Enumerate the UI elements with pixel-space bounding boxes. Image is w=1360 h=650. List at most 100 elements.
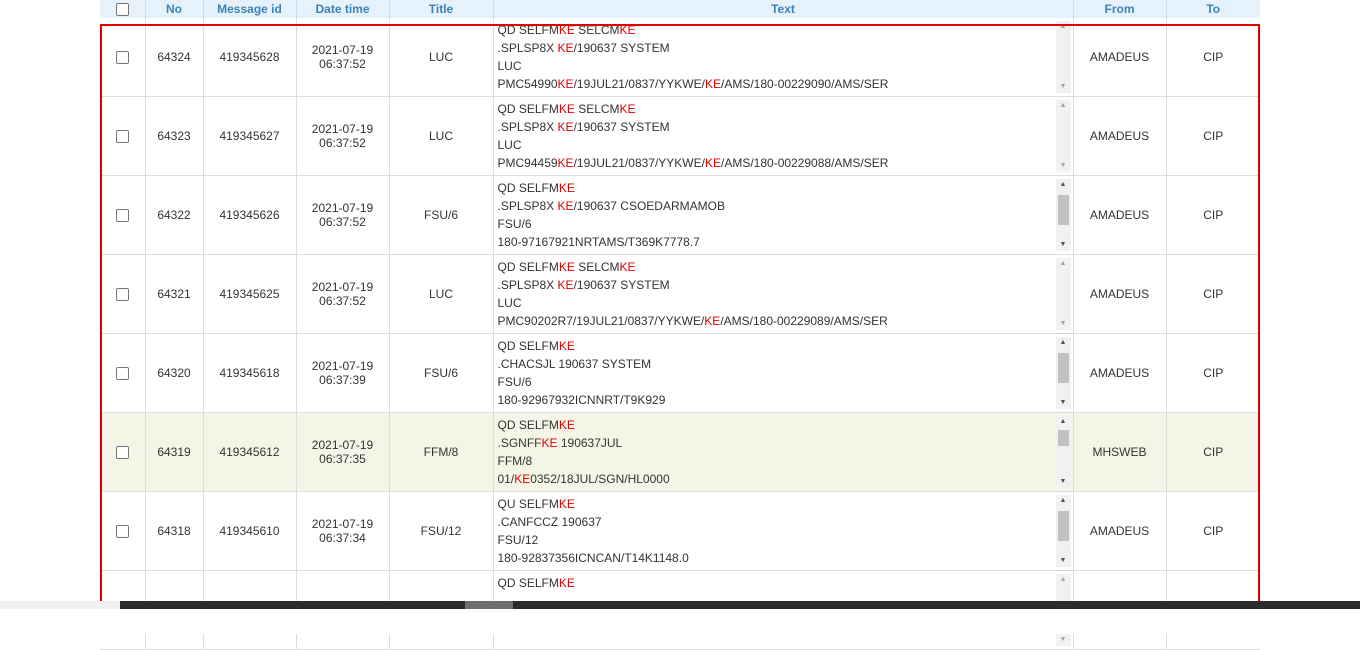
cell-no: 64321: [145, 254, 204, 334]
row-checkbox[interactable]: [115, 525, 129, 539]
table-row[interactable]: 64319 419345612 2021-07-19 06:37:35 FFM/8 QD …: [100, 412, 1260, 492]
row-checkbox[interactable]: [115, 51, 129, 65]
scroll-up-arrow-icon[interactable]: ▲: [1056, 416, 1071, 428]
date-value: 2021-07-19: [311, 280, 374, 294]
scroll-up-arrow-icon[interactable]: ▲: [1056, 21, 1071, 33]
cell-text[interactable]: QU SELFMKE .CANFCCZ 190637 FSU/12 180-92837…: [493, 491, 1074, 571]
column-header-message-id[interactable]: Message id: [203, 0, 297, 18]
row-checkbox[interactable]: [115, 209, 129, 223]
message-text-line: QD SELFMKE SELCMKE: [497, 23, 636, 37]
scroll-down-arrow-icon[interactable]: ▼: [1056, 81, 1071, 93]
text-scrollbar-thumb[interactable]: [1057, 195, 1069, 225]
text-scrollbar-thumb[interactable]: [1057, 353, 1069, 383]
scroll-up-arrow-icon[interactable]: ▲: [1056, 495, 1071, 507]
cell-text[interactable]: QD SELFMKE .SPLSP8X KE/190637 CSOEDARMAMO…: [493, 175, 1074, 255]
highlighted-term: KE: [557, 120, 574, 134]
scroll-down-arrow-icon[interactable]: ▼: [1056, 634, 1071, 646]
row-checkbox[interactable]: [115, 288, 129, 302]
cell-title: FSU/6: [389, 333, 494, 413]
message-text-line: LUC: [497, 138, 522, 152]
message-text-line: .CHACSJL 190637 SYSTEM: [497, 357, 652, 371]
message-text-area[interactable]: QD SELFMKE SELCMKE .SPLSP8X KE/190637 SYS…: [494, 97, 1073, 174]
scroll-up-arrow-icon[interactable]: ▲: [1056, 258, 1071, 270]
cell-from: AMADEUS: [1073, 175, 1167, 255]
column-header-date-time[interactable]: Date time: [296, 0, 390, 18]
row-select-cell: [100, 333, 146, 413]
table-row[interactable]: 64321 419345625 2021-07-19 06:37:52 LUC QD SE…: [100, 254, 1260, 334]
scroll-up-arrow-icon[interactable]: ▲: [1056, 179, 1071, 191]
message-text-line: QD SELFMKE: [497, 576, 575, 590]
cell-from: MHSWEB: [1073, 412, 1167, 492]
cell-to: CIP: [1166, 412, 1260, 492]
table-row[interactable]: 64324 419345628 2021-07-19 06:37:52 LUC QD SE…: [100, 18, 1260, 97]
table-row[interactable]: 64322 419345626 2021-07-19 06:37:52 FSU/6 QD …: [100, 175, 1260, 255]
row-checkbox[interactable]: [115, 130, 129, 144]
column-header-from[interactable]: From: [1073, 0, 1167, 18]
table-row[interactable]: 64318 419345610 2021-07-19 06:37:34 FSU/12 QU…: [100, 491, 1260, 571]
cell-text[interactable]: QD SELFMKE .CHACSJL 190637 SYSTEM FSU/6 180…: [493, 333, 1074, 413]
horizontal-scrollbar-track-left: [0, 601, 120, 609]
column-header-title[interactable]: Title: [389, 0, 494, 18]
table-row[interactable]: 64323 419345627 2021-07-19 06:37:52 LUC QD SE…: [100, 96, 1260, 176]
message-text-line: QD SELFMKE SELCMKE: [497, 260, 636, 274]
row-select-cell: [100, 254, 146, 334]
message-text-line: PMC90202R7/19JUL21/0837/YYKWE/KE/AMS/180…: [497, 314, 888, 328]
text-scrollbar-thumb[interactable]: [1057, 430, 1069, 446]
message-text-area[interactable]: QD SELFMKE SELCMKE .SPLSP8X KE/190637 SYS…: [494, 255, 1073, 332]
date-value: 2021-07-19: [311, 122, 374, 136]
date-time-value: 2021-07-19 06:37:52: [297, 122, 389, 150]
scroll-down-arrow-icon[interactable]: ▼: [1056, 555, 1071, 567]
scroll-down-arrow-icon[interactable]: ▼: [1056, 160, 1071, 172]
row-checkbox[interactable]: [115, 446, 129, 460]
text-scrollbar[interactable]: ▲ ▼: [1055, 100, 1071, 172]
cell-message-id: 419345627: [203, 96, 297, 176]
text-scrollbar[interactable]: ▲ ▼: [1055, 179, 1071, 251]
row-checkbox[interactable]: [115, 367, 129, 381]
scroll-down-arrow-icon[interactable]: ▼: [1056, 397, 1071, 409]
scroll-up-arrow-icon[interactable]: ▲: [1056, 337, 1071, 349]
scroll-down-arrow-icon[interactable]: ▼: [1056, 476, 1071, 488]
table-row[interactable]: 64320 419345618 2021-07-19 06:37:39 FSU/6 QD …: [100, 333, 1260, 413]
horizontal-scrollbar[interactable]: [120, 601, 1360, 609]
message-text-line: .SPLSP8X KE/190637 SYSTEM: [497, 120, 670, 134]
message-text-line: 180-97167921NRTAMS/T369K7778.7: [497, 235, 700, 249]
cell-text[interactable]: QD SELFMKE SELCMKE .SPLSP8X KE/190637 SYS…: [493, 96, 1074, 176]
message-text-line: FFM/8: [497, 454, 533, 468]
cell-message-id: 419345618: [203, 333, 297, 413]
cell-from: AMADEUS: [1073, 491, 1167, 571]
row-select-cell: [100, 175, 146, 255]
cell-date-time: 2021-07-19 06:37:34: [296, 491, 390, 571]
column-header-no[interactable]: No: [145, 0, 204, 18]
cell-title: FSU/6: [389, 175, 494, 255]
text-scrollbar[interactable]: ▲ ▼: [1055, 416, 1071, 488]
scroll-up-arrow-icon[interactable]: ▲: [1056, 100, 1071, 112]
text-scrollbar[interactable]: ▲ ▼: [1055, 21, 1071, 93]
cell-date-time: 2021-07-19 06:37:39: [296, 333, 390, 413]
message-text-area[interactable]: QU SELFMKE .CANFCCZ 190637 FSU/12 180-92837…: [494, 492, 1073, 569]
cell-to: CIP: [1166, 491, 1260, 571]
message-text-area[interactable]: QD SELFMKE SELCMKE .SPLSP8X KE/190637 SYS…: [494, 18, 1073, 95]
column-header-text[interactable]: Text: [493, 0, 1074, 18]
text-scrollbar-thumb[interactable]: [1057, 511, 1069, 541]
column-header-to[interactable]: To: [1166, 0, 1260, 18]
cell-to: CIP: [1166, 96, 1260, 176]
text-scrollbar[interactable]: ▲ ▼: [1055, 258, 1071, 330]
message-text-area[interactable]: QD SELFMKE .SPLSP8X KE/190637 CSOEDARMAMO…: [494, 176, 1073, 253]
cell-text[interactable]: QD SELFMKE SELCMKE .SPLSP8X KE/190637 SYS…: [493, 18, 1074, 97]
cell-text[interactable]: QD SELFMKE .SGNFFKE 190637JUL FFM/8 01/KE03…: [493, 412, 1074, 492]
cell-message-id: 419345612: [203, 412, 297, 492]
text-scrollbar[interactable]: ▲ ▼: [1055, 495, 1071, 567]
cell-date-time: 2021-07-19 06:37:52: [296, 96, 390, 176]
scroll-up-arrow-icon[interactable]: ▲: [1056, 574, 1071, 586]
horizontal-scrollbar-thumb[interactable]: [465, 601, 513, 609]
message-text-area[interactable]: QD SELFMKE .CHACSJL 190637 SYSTEM FSU/6 180…: [494, 334, 1073, 411]
text-scrollbar[interactable]: ▲ ▼: [1055, 337, 1071, 409]
message-text-line: QD SELFMKE SELCMKE: [497, 102, 636, 116]
scroll-down-arrow-icon[interactable]: ▼: [1056, 318, 1071, 330]
select-all-checkbox[interactable]: [115, 3, 129, 17]
message-text-area[interactable]: QD SELFMKE .SGNFFKE 190637JUL FFM/8 01/KE03…: [494, 413, 1073, 490]
scroll-down-arrow-icon[interactable]: ▼: [1056, 239, 1071, 251]
page-bottom: [0, 609, 1360, 634]
cell-to: CIP: [1166, 175, 1260, 255]
cell-text[interactable]: QD SELFMKE SELCMKE .SPLSP8X KE/190637 SYS…: [493, 254, 1074, 334]
